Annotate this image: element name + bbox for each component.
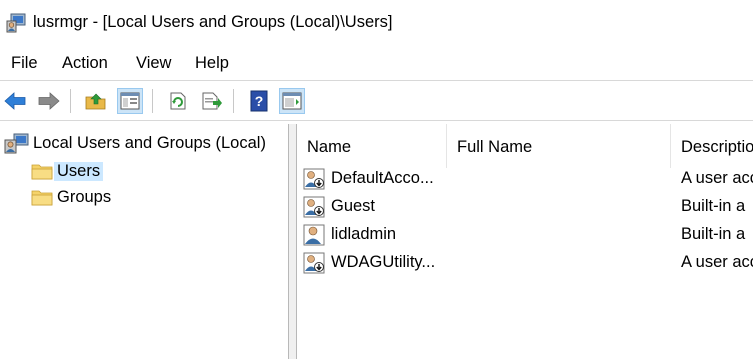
menu-bar: File Action View Help [0,52,753,78]
column-header-description[interactable]: Description [671,124,753,168]
list-item[interactable]: lidladmin Built-in a [297,221,753,249]
menu-help[interactable]: Help [195,54,229,73]
show-hide-console-tree-button[interactable] [117,88,143,114]
user-description: A user acc [681,169,753,187]
menu-view[interactable]: View [136,54,171,73]
menu-file[interactable]: File [11,54,38,73]
show-hide-action-pane-button[interactable] [279,88,305,114]
toolbar-separator [70,89,71,113]
help-button[interactable]: ? [246,88,272,114]
refresh-icon [170,92,186,110]
pane-splitter[interactable] [289,124,297,359]
export-list-icon [202,92,222,110]
show-hide-action-pane-icon [282,92,302,110]
toolbar: ? [0,80,753,121]
user-description: Built-in a [681,225,746,243]
tree-item-users-label: Users [54,161,104,181]
local-users-groups-icon [4,133,29,154]
back-icon [4,92,26,110]
user-name: DefaultAcco... [331,169,434,187]
folder-icon [31,164,53,180]
user-description: A user acc [681,253,753,271]
column-header-full-name[interactable]: Full Name [447,124,671,168]
tree-item-groups[interactable]: Groups [30,185,114,209]
help-icon: ? [250,90,268,112]
user-name: lidladmin [331,225,397,243]
export-list-button[interactable] [199,88,225,114]
users-list-view: Name Full Name Description DefaultAcco..… [297,124,753,359]
list-item[interactable]: WDAGUtility... A user acc [297,249,753,277]
disabled-user-icon [303,252,325,274]
user-icon [303,224,325,246]
up-folder-icon [85,93,106,110]
disabled-user-icon [303,168,325,190]
back-button[interactable] [2,88,28,114]
folder-icon [31,190,53,206]
window-title: lusrmgr - [Local Users and Groups (Local… [33,13,393,31]
title-bar: lusrmgr - [Local Users and Groups (Local… [0,0,753,48]
toolbar-separator [152,89,153,113]
console-tree: Local Users and Groups (Local) Users Gro… [0,124,289,359]
disabled-user-icon [303,196,325,218]
menu-action[interactable]: Action [62,54,108,73]
computer-management-icon [6,13,26,33]
tree-root[interactable]: Local Users and Groups (Local) [4,131,269,155]
up-one-level-button[interactable] [83,88,109,114]
toolbar-separator [233,89,234,113]
user-description: Built-in a [681,197,746,215]
list-item[interactable]: DefaultAcco... A user acc [297,165,753,193]
svg-text:?: ? [255,93,264,109]
forward-icon [38,92,60,110]
show-hide-console-tree-icon [120,92,140,110]
list-item[interactable]: Guest Built-in a [297,193,753,221]
column-header-name[interactable]: Name [297,124,447,168]
refresh-button[interactable] [165,88,191,114]
tree-item-groups-label: Groups [57,187,112,206]
user-name: WDAGUtility... [331,253,436,271]
tree-root-label: Local Users and Groups (Local) [33,133,266,152]
forward-button[interactable] [36,88,62,114]
tree-item-users[interactable]: Users [30,159,104,183]
user-name: Guest [331,197,376,215]
